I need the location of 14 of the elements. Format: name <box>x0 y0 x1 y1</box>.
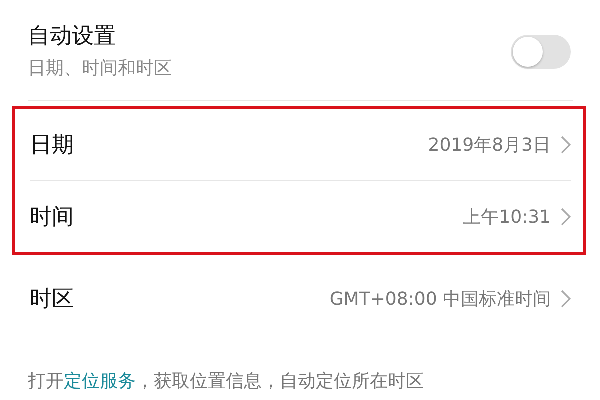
setting-value: GMT+08:00 中国标准时间 <box>330 288 551 310</box>
setting-label: 时间 <box>30 204 75 232</box>
toggle-switch[interactable] <box>511 34 571 68</box>
setting-value: 上午10:31 <box>463 206 551 228</box>
location-service-link[interactable]: 定位服务 <box>64 371 136 392</box>
setting-value: 2019年8月3日 <box>428 134 551 156</box>
setting-subtitle: 日期、时间和时区 <box>28 56 173 80</box>
setting-title: 自动设置 <box>28 22 117 50</box>
chevron-icon <box>561 136 571 154</box>
setting-label: 日期 <box>30 132 75 160</box>
location-hint: 打开定位服务，获取位置信息，自动定位所在时区 <box>28 370 425 394</box>
chevron-icon <box>561 290 571 308</box>
chevron-icon <box>561 208 571 226</box>
setting-label: 时区 <box>30 286 75 314</box>
